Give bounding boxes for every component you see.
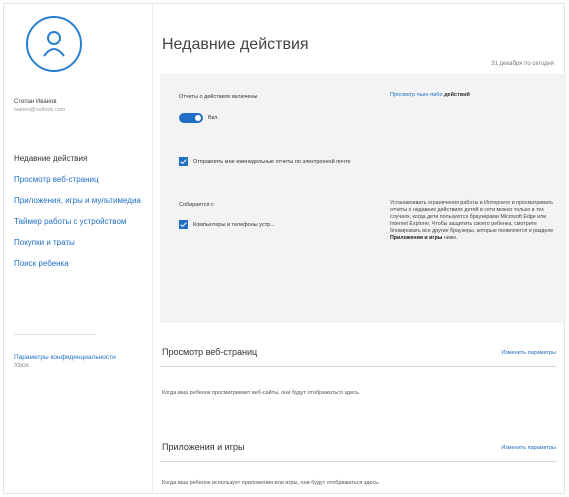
sidebar-nav: Недавние действия Просмотр веб-страниц П… [14, 154, 146, 280]
privacy-brand: Xbox [14, 362, 29, 369]
web-empty-text: Когда ваш ребенок просматривает веб-сайт… [162, 390, 361, 396]
browser-info-text: Устанавливать ограничения работы в Интер… [390, 200, 558, 242]
section-title-apps: Приложения и игры [162, 442, 245, 452]
link-text: Просмотр чьих-либо [390, 92, 443, 98]
section-divider [160, 366, 556, 367]
web-change-settings-link[interactable]: Изменить параметры [501, 350, 556, 356]
date-range[interactable]: 31 декабря по сегодня [491, 61, 554, 67]
apps-change-settings-link[interactable]: Изменить параметры [501, 445, 556, 451]
person-icon [43, 31, 65, 57]
toggle-state: Вкл. [208, 115, 219, 121]
info-tail: ниже. [443, 235, 458, 241]
nav-item-apps-games[interactable]: Приложения, игры и мультимедиа [14, 196, 146, 206]
page-title: Недавние действия [162, 36, 309, 53]
apps-empty-text: Когда ваш ребенок использует приложения … [162, 480, 380, 486]
devices-checkbox[interactable] [179, 220, 188, 229]
avatar[interactable] [26, 16, 82, 72]
link-bold: действий [444, 92, 470, 98]
reports-label: Отчеты о действиях включены [179, 94, 258, 100]
privacy-label: Параметры конфиденциальности [14, 354, 116, 361]
nav-item-find-child[interactable]: Поиск ребенка [14, 259, 146, 269]
info-bold: Приложения и игры [390, 235, 443, 241]
reports-toggle[interactable] [179, 113, 203, 123]
nav-item-web-browsing[interactable]: Просмотр веб-страниц [14, 175, 146, 185]
nav-divider [14, 334, 96, 335]
nav-item-purchases[interactable]: Покупки и траты [14, 238, 146, 248]
collect-label: Собирается с [179, 202, 214, 208]
sidebar: Степан Иванов ivanov@outlook.com Недавни… [4, 4, 153, 493]
nav-item-screen-time[interactable]: Таймер работы с устройством [14, 217, 146, 227]
window-frame: Степан Иванов ivanov@outlook.com Недавни… [3, 3, 566, 494]
privacy-settings-link[interactable]: Параметры конфиденциальности Xbox [14, 354, 144, 370]
view-activity-link[interactable]: Просмотр чьих-либо действий [390, 92, 470, 98]
main-content: Недавние действия 31 декабря по сегодня … [152, 4, 566, 493]
email-reports-checkbox[interactable] [179, 157, 188, 166]
nav-item-recent-activity[interactable]: Недавние действия [14, 154, 146, 164]
email-reports-label: Отправлять мне еженедельные отчеты по эл… [193, 159, 351, 165]
devices-label: Компьютеры и телефоны устр... [193, 222, 275, 228]
user-name: Степан Иванов [14, 99, 57, 105]
toggle-knob [195, 115, 201, 121]
section-title-web: Просмотр веб-страниц [162, 347, 258, 357]
user-email: ivanov@outlook.com [14, 107, 66, 113]
section-divider [160, 461, 556, 462]
settings-panel: Отчеты о действиях включены Вкл. Просмот… [160, 74, 566, 323]
info-text: Устанавливать ограничения работы в Интер… [390, 200, 554, 234]
